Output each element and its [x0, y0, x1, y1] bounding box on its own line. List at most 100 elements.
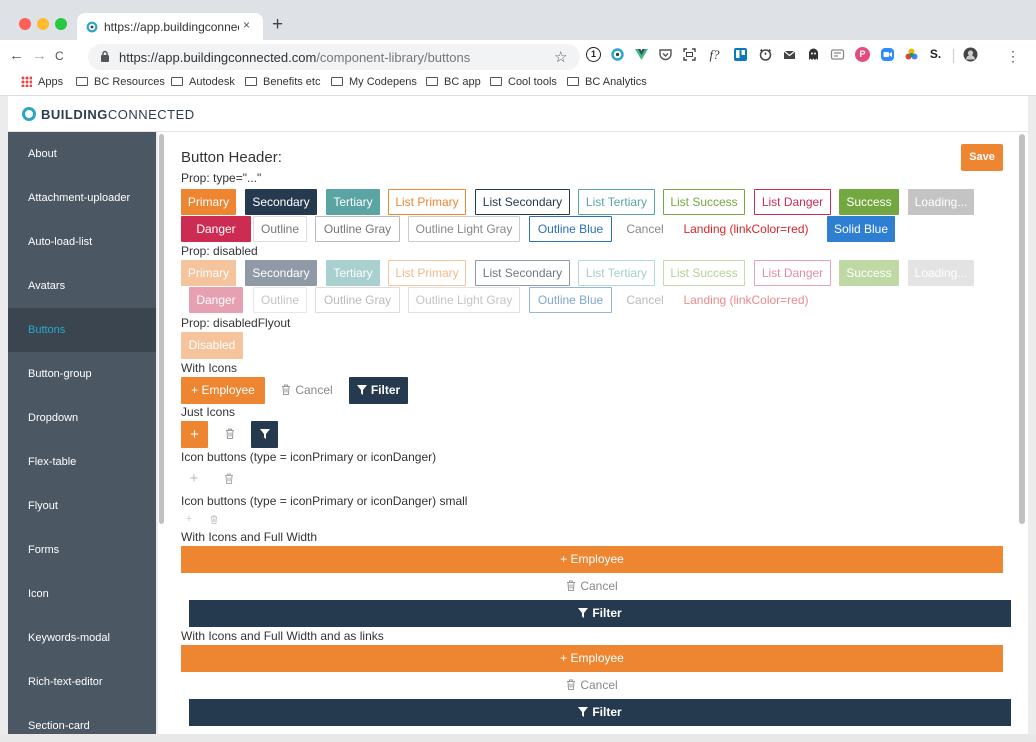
bookmark-benefits[interactable]: Benefits etc: [245, 76, 320, 88]
outline-button-disabled[interactable]: Outline: [253, 287, 307, 313]
font-identifier-icon[interactable]: f?: [707, 47, 722, 62]
add-icon-button[interactable]: +: [181, 421, 208, 448]
list-tertiary-button[interactable]: List Tertiary: [578, 189, 655, 215]
outline-light-gray-button-disabled[interactable]: Outline Light Gray: [408, 287, 520, 313]
bookmark-bc-analytics[interactable]: BC Analytics: [567, 76, 647, 88]
sidebar-item-button-group[interactable]: Button-group: [8, 352, 156, 396]
bookmark-cool-tools[interactable]: Cool tools: [490, 76, 557, 88]
color-picker-icon[interactable]: [904, 47, 919, 62]
full-width-filter-button[interactable]: Filter: [189, 600, 1011, 627]
tab-close-icon[interactable]: ×: [243, 18, 250, 32]
bookmark-autodesk[interactable]: Autodesk: [171, 76, 235, 88]
sidebar-scrollbar-thumb[interactable]: [159, 134, 164, 524]
loading-button-disabled[interactable]: Loading...: [908, 260, 974, 286]
sidebar-item-flex-table[interactable]: Flex-table: [8, 440, 156, 484]
main-scrollbar-thumb[interactable]: [1019, 134, 1025, 524]
bookmark-apps[interactable]: Apps: [21, 76, 63, 88]
save-button[interactable]: Save: [961, 144, 1003, 171]
disabled-flyout-button[interactable]: Disabled: [181, 332, 243, 359]
success-button-disabled[interactable]: Success: [839, 260, 899, 286]
outline-gray-button-disabled[interactable]: Outline Gray: [315, 287, 400, 313]
back-button[interactable]: ←: [9, 47, 24, 64]
list-tertiary-button-disabled[interactable]: List Tertiary: [578, 260, 655, 286]
tertiary-button[interactable]: Tertiary: [326, 189, 380, 215]
small-icon-danger-button[interactable]: [207, 511, 221, 527]
new-tab-button[interactable]: +: [272, 14, 283, 36]
add-employee-button[interactable]: + Employee: [181, 377, 265, 404]
danger-button-disabled[interactable]: Danger: [189, 287, 243, 313]
reload-button[interactable]: C: [55, 49, 64, 63]
full-width-employee-link[interactable]: + Employee: [181, 645, 1003, 672]
list-danger-button[interactable]: List Danger: [754, 189, 831, 215]
bookmark-star-icon[interactable]: ☆: [554, 48, 567, 66]
sidebar-item-dropdown[interactable]: Dropdown: [8, 396, 156, 440]
full-width-employee-button[interactable]: + Employee: [181, 546, 1003, 573]
sidebar-item-about[interactable]: About: [8, 132, 156, 176]
zoom-icon[interactable]: [880, 47, 895, 62]
sidebar-item-flyout[interactable]: Flyout: [8, 484, 156, 528]
outline-blue-button[interactable]: Outline Blue: [529, 216, 612, 242]
icon-danger-button[interactable]: [218, 467, 240, 491]
filter-icon-button[interactable]: [251, 421, 278, 448]
sidebar-item-icon[interactable]: Icon: [8, 572, 156, 616]
sidebar-item-forms[interactable]: Forms: [8, 528, 156, 572]
full-width-cancel-button[interactable]: Cancel: [181, 573, 1003, 600]
screenshot-icon[interactable]: [682, 47, 697, 62]
more-menu-icon[interactable]: ⋮: [1006, 48, 1020, 65]
danger-button[interactable]: Danger: [181, 216, 251, 242]
sidebar-item-section-card[interactable]: Section-card: [8, 704, 156, 734]
secondary-button[interactable]: Secondary: [245, 189, 317, 215]
sidebar-item-auto-load-list[interactable]: Auto-load-list: [8, 220, 156, 264]
sidebar-item-attachment-uploader[interactable]: Attachment-uploader: [8, 176, 156, 220]
cancel-with-icon-button[interactable]: Cancel: [276, 377, 338, 404]
primary-button-disabled[interactable]: Primary: [181, 260, 236, 286]
timer-icon[interactable]: [758, 47, 773, 62]
delete-icon-button[interactable]: [216, 421, 243, 448]
landing-link-button-disabled[interactable]: Landing (linkColor=red): [681, 287, 811, 313]
outline-gray-button[interactable]: Outline Gray: [315, 216, 400, 242]
sidebar-item-keywords-modal[interactable]: Keywords-modal: [8, 616, 156, 660]
pinterest-icon[interactable]: P: [855, 47, 870, 62]
success-button[interactable]: Success: [839, 189, 899, 215]
maximize-window-button[interactable]: [55, 18, 67, 30]
list-success-button-disabled[interactable]: List Success: [663, 260, 745, 286]
outline-light-gray-button[interactable]: Outline Light Gray: [408, 216, 520, 242]
sidebar-scrollbar[interactable]: [158, 132, 166, 734]
extension-profile-icon[interactable]: S.: [928, 47, 943, 62]
list-success-button[interactable]: List Success: [663, 189, 745, 215]
outline-blue-button-disabled[interactable]: Outline Blue: [529, 287, 612, 313]
logo[interactable]: BUILDINGCONNECTED: [22, 107, 195, 122]
forward-button[interactable]: →: [32, 47, 47, 64]
small-icon-primary-button[interactable]: +: [182, 511, 196, 527]
filter-button[interactable]: Filter: [349, 377, 408, 404]
secondary-button-disabled[interactable]: Secondary: [245, 260, 317, 286]
primary-button[interactable]: Primary: [181, 189, 236, 215]
loading-button[interactable]: Loading...: [908, 189, 974, 215]
bookmark-bc-app[interactable]: BC app: [426, 76, 481, 88]
list-secondary-button[interactable]: List Secondary: [475, 189, 570, 215]
sidebar-item-avatars[interactable]: Avatars: [8, 264, 156, 308]
cancel-button[interactable]: Cancel: [619, 216, 671, 242]
list-primary-button[interactable]: List Primary: [388, 189, 466, 215]
bookmark-bc-resources[interactable]: BC Resources: [76, 76, 165, 88]
profile-avatar-icon[interactable]: [963, 47, 978, 62]
outline-button[interactable]: Outline: [253, 216, 307, 242]
list-danger-button-disabled[interactable]: List Danger: [754, 260, 831, 286]
sidebar-item-buttons[interactable]: Buttons: [8, 308, 156, 352]
list-secondary-button-disabled[interactable]: List Secondary: [475, 260, 570, 286]
full-width-filter-link[interactable]: Filter: [189, 699, 1011, 726]
devtools-icon[interactable]: [830, 47, 845, 62]
pocket-icon[interactable]: [658, 47, 673, 62]
icon-primary-button[interactable]: +: [183, 467, 205, 491]
solid-blue-button[interactable]: Solid Blue: [827, 216, 895, 242]
list-primary-button-disabled[interactable]: List Primary: [388, 260, 466, 286]
sidebar-item-rich-text-editor[interactable]: Rich-text-editor: [8, 660, 156, 704]
bookmark-my-codepens[interactable]: My Codepens: [331, 76, 417, 88]
tertiary-button-disabled[interactable]: Tertiary: [326, 260, 380, 286]
cancel-button-disabled[interactable]: Cancel: [619, 287, 671, 313]
full-width-cancel-link[interactable]: Cancel: [181, 672, 1003, 699]
buildingconnected-extension-icon[interactable]: [610, 47, 625, 62]
trello-icon[interactable]: [733, 47, 748, 62]
onepassword-icon[interactable]: 1: [586, 47, 601, 62]
minimize-window-button[interactable]: [37, 18, 49, 30]
